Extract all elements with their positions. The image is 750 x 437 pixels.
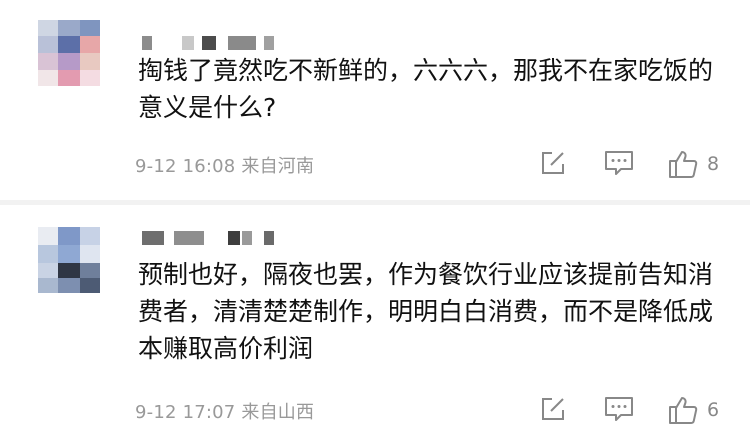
avatar[interactable] (38, 227, 100, 293)
comment-icon[interactable] (603, 394, 635, 424)
comment-text: 预制也好，隔夜也罢，作为餐饮行业应该提前告知消费者，清清楚楚制作，明明白白消费，… (138, 260, 714, 363)
comment-meta: 9-12 17:07 来自山西 (135, 402, 315, 423)
avatar[interactable] (38, 20, 100, 86)
thumbs-up-icon[interactable] (667, 394, 699, 426)
comment-item: 掏钱了竟然吃不新鲜的，六六六，那我不在家吃饭的意义是什么? 9-12 16:08… (0, 0, 750, 200)
edit-icon[interactable] (538, 148, 568, 178)
comment-text: 掏钱了竟然吃不新鲜的，六六六，那我不在家吃饭的意义是什么? (138, 56, 714, 122)
comment-icon[interactable] (603, 148, 635, 178)
thumbs-up-icon[interactable] (667, 148, 699, 180)
comment-item: 预制也好，隔夜也罢，作为餐饮行业应该提前告知消费者，清清楚楚制作，明明白白消费，… (0, 205, 750, 437)
edit-icon[interactable] (538, 394, 568, 424)
comment-meta: 9-12 16:08 来自河南 (135, 156, 315, 177)
like-count: 8 (707, 153, 720, 175)
like-count: 6 (707, 399, 720, 421)
